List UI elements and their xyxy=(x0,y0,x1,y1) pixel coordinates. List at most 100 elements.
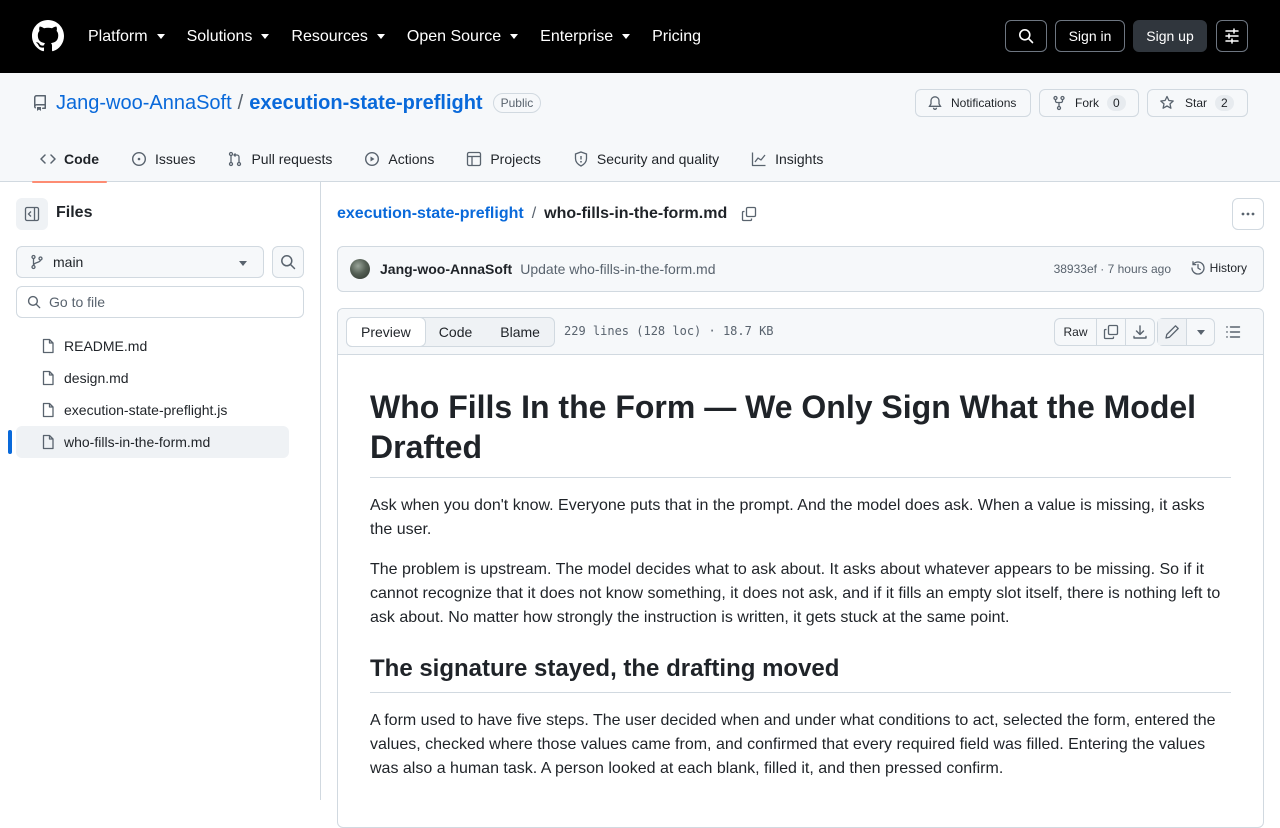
repo-name-link[interactable]: execution-state-preflight xyxy=(249,92,482,115)
file-icon xyxy=(42,370,54,386)
repo-separator: / xyxy=(237,91,244,114)
collapse-sidebar-button[interactable] xyxy=(16,198,48,230)
visibility-badge: Public xyxy=(492,93,542,113)
edit-button[interactable] xyxy=(1158,319,1187,345)
sign-in-button[interactable]: Sign in xyxy=(1055,20,1125,52)
chevron-down-icon xyxy=(261,34,270,39)
go-to-file-input[interactable] xyxy=(49,294,289,310)
nav-pricing[interactable]: Pricing xyxy=(652,28,701,46)
notifications-button[interactable]: Notifications xyxy=(915,89,1031,117)
edit-dropdown-button[interactable] xyxy=(1187,319,1214,345)
code-icon xyxy=(40,153,56,164)
file-icon xyxy=(42,402,54,418)
tab-actions[interactable]: Actions xyxy=(356,135,442,182)
avatar[interactable] xyxy=(350,259,370,279)
branch-selector[interactable]: main xyxy=(16,246,264,278)
section-heading: The signature stayed, the drafting moved xyxy=(370,654,1231,693)
view-mode-segmented: Preview Code Blame xyxy=(346,317,555,347)
tab-pull-requests[interactable]: Pull requests xyxy=(219,135,340,182)
tab-issues[interactable]: Issues xyxy=(123,135,203,182)
tab-security[interactable]: Security and quality xyxy=(565,135,727,182)
markdown-body: Who Fills In the Form — We Only Sign Wha… xyxy=(338,355,1263,781)
pull-request-icon xyxy=(229,151,242,166)
list-item-active[interactable]: who-fills-in-the-form.md xyxy=(8,426,289,458)
appearance-settings-button[interactable] xyxy=(1216,20,1248,52)
global-header: Platform Solutions Resources Open Source… xyxy=(0,0,1280,73)
fork-button[interactable]: Fork 0 xyxy=(1039,89,1139,117)
list-item[interactable]: design.md xyxy=(16,362,289,394)
history-icon xyxy=(1191,261,1205,275)
list-item[interactable]: README.md xyxy=(16,330,289,362)
document-title: Who Fills In the Form — We Only Sign Wha… xyxy=(370,387,1231,478)
star-count: 2 xyxy=(1215,95,1234,111)
sliders-icon xyxy=(1225,28,1239,44)
breadcrumb: execution-state-preflight / who-fills-in… xyxy=(337,204,757,224)
raw-button[interactable]: Raw xyxy=(1055,319,1097,345)
search-icon xyxy=(1019,29,1034,44)
outline-button[interactable] xyxy=(1218,318,1248,346)
repo-tabs: Code Issues Pull requests Actions Projec… xyxy=(32,135,847,183)
copy-raw-button[interactable] xyxy=(1097,319,1126,345)
sign-up-button[interactable]: Sign up xyxy=(1133,20,1207,52)
file-icon xyxy=(42,434,54,450)
chevron-down-icon xyxy=(376,34,385,39)
bell-icon xyxy=(928,96,942,110)
repo-title: Jang-woo-AnnaSoft / execution-state-pref… xyxy=(32,91,542,115)
github-logo-icon[interactable] xyxy=(32,20,64,52)
tab-blame[interactable]: Blame xyxy=(486,318,554,346)
raw-copy-download-group: Raw xyxy=(1054,318,1155,346)
file-list: README.md design.md execution-state-pref… xyxy=(8,330,289,458)
paragraph: The problem is upstream. The model decid… xyxy=(370,561,1221,626)
kebab-horizontal-icon xyxy=(1241,212,1255,216)
copy-path-button[interactable] xyxy=(741,205,757,223)
fork-icon xyxy=(1053,95,1065,111)
paragraph: Ask when you don't know. Everyone puts t… xyxy=(370,497,1205,538)
file-toolbar: Preview Code Blame 229 lines (128 loc) ·… xyxy=(338,309,1263,355)
history-button[interactable]: History xyxy=(1190,260,1247,276)
sidebar-title: Files xyxy=(56,204,93,221)
search-files-button[interactable] xyxy=(272,246,304,278)
search-icon xyxy=(281,255,296,270)
star-button[interactable]: Star 2 xyxy=(1147,89,1248,117)
sidebar-collapse-icon xyxy=(24,206,40,222)
nav-enterprise[interactable]: Enterprise xyxy=(540,28,631,46)
edit-group xyxy=(1157,318,1215,346)
table-icon xyxy=(467,151,482,166)
global-nav: Platform Solutions Resources Open Source… xyxy=(88,0,723,73)
file-info: 229 lines (128 loc) · 18.7 KB xyxy=(564,324,774,338)
list-item[interactable]: execution-state-preflight.js xyxy=(16,394,289,426)
tab-projects[interactable]: Projects xyxy=(458,135,549,182)
pencil-icon xyxy=(1165,325,1179,339)
star-icon xyxy=(1160,95,1174,109)
issue-icon xyxy=(131,151,147,166)
latest-commit: Jang-woo-AnnaSoft Update who-fills-in-th… xyxy=(337,246,1264,292)
more-options-button[interactable] xyxy=(1232,198,1264,230)
shield-icon xyxy=(574,150,588,167)
file-viewer: Preview Code Blame 229 lines (128 loc) ·… xyxy=(337,308,1264,828)
download-button[interactable] xyxy=(1126,319,1154,345)
paragraph: A form used to have five steps. The user… xyxy=(370,712,1216,777)
nav-resources[interactable]: Resources xyxy=(291,28,385,46)
nav-open-source[interactable]: Open Source xyxy=(407,28,519,46)
download-icon xyxy=(1133,325,1147,339)
chevron-down-icon xyxy=(156,34,165,39)
breadcrumb-repo-link[interactable]: execution-state-preflight xyxy=(337,205,524,223)
branch-icon xyxy=(31,254,43,270)
tab-insights[interactable]: Insights xyxy=(743,135,831,182)
tab-code-view[interactable]: Code xyxy=(425,318,486,346)
fork-count: 0 xyxy=(1107,95,1126,111)
commit-meta[interactable]: 38933ef · 7 hours ago xyxy=(1054,262,1171,276)
commit-message[interactable]: Update who-fills-in-the-form.md xyxy=(520,261,715,277)
go-to-file xyxy=(16,286,304,318)
tab-code[interactable]: Code xyxy=(32,135,107,183)
tab-preview[interactable]: Preview xyxy=(346,317,426,347)
commit-author[interactable]: Jang-woo-AnnaSoft xyxy=(380,261,512,277)
copy-icon xyxy=(742,206,757,221)
nav-solutions[interactable]: Solutions xyxy=(187,28,270,46)
search-button[interactable] xyxy=(1005,20,1047,52)
search-icon xyxy=(27,295,41,309)
chevron-down-icon xyxy=(239,261,247,266)
file-icon xyxy=(42,338,54,354)
nav-platform[interactable]: Platform xyxy=(88,28,165,46)
repo-owner-link[interactable]: Jang-woo-AnnaSoft xyxy=(56,92,232,115)
